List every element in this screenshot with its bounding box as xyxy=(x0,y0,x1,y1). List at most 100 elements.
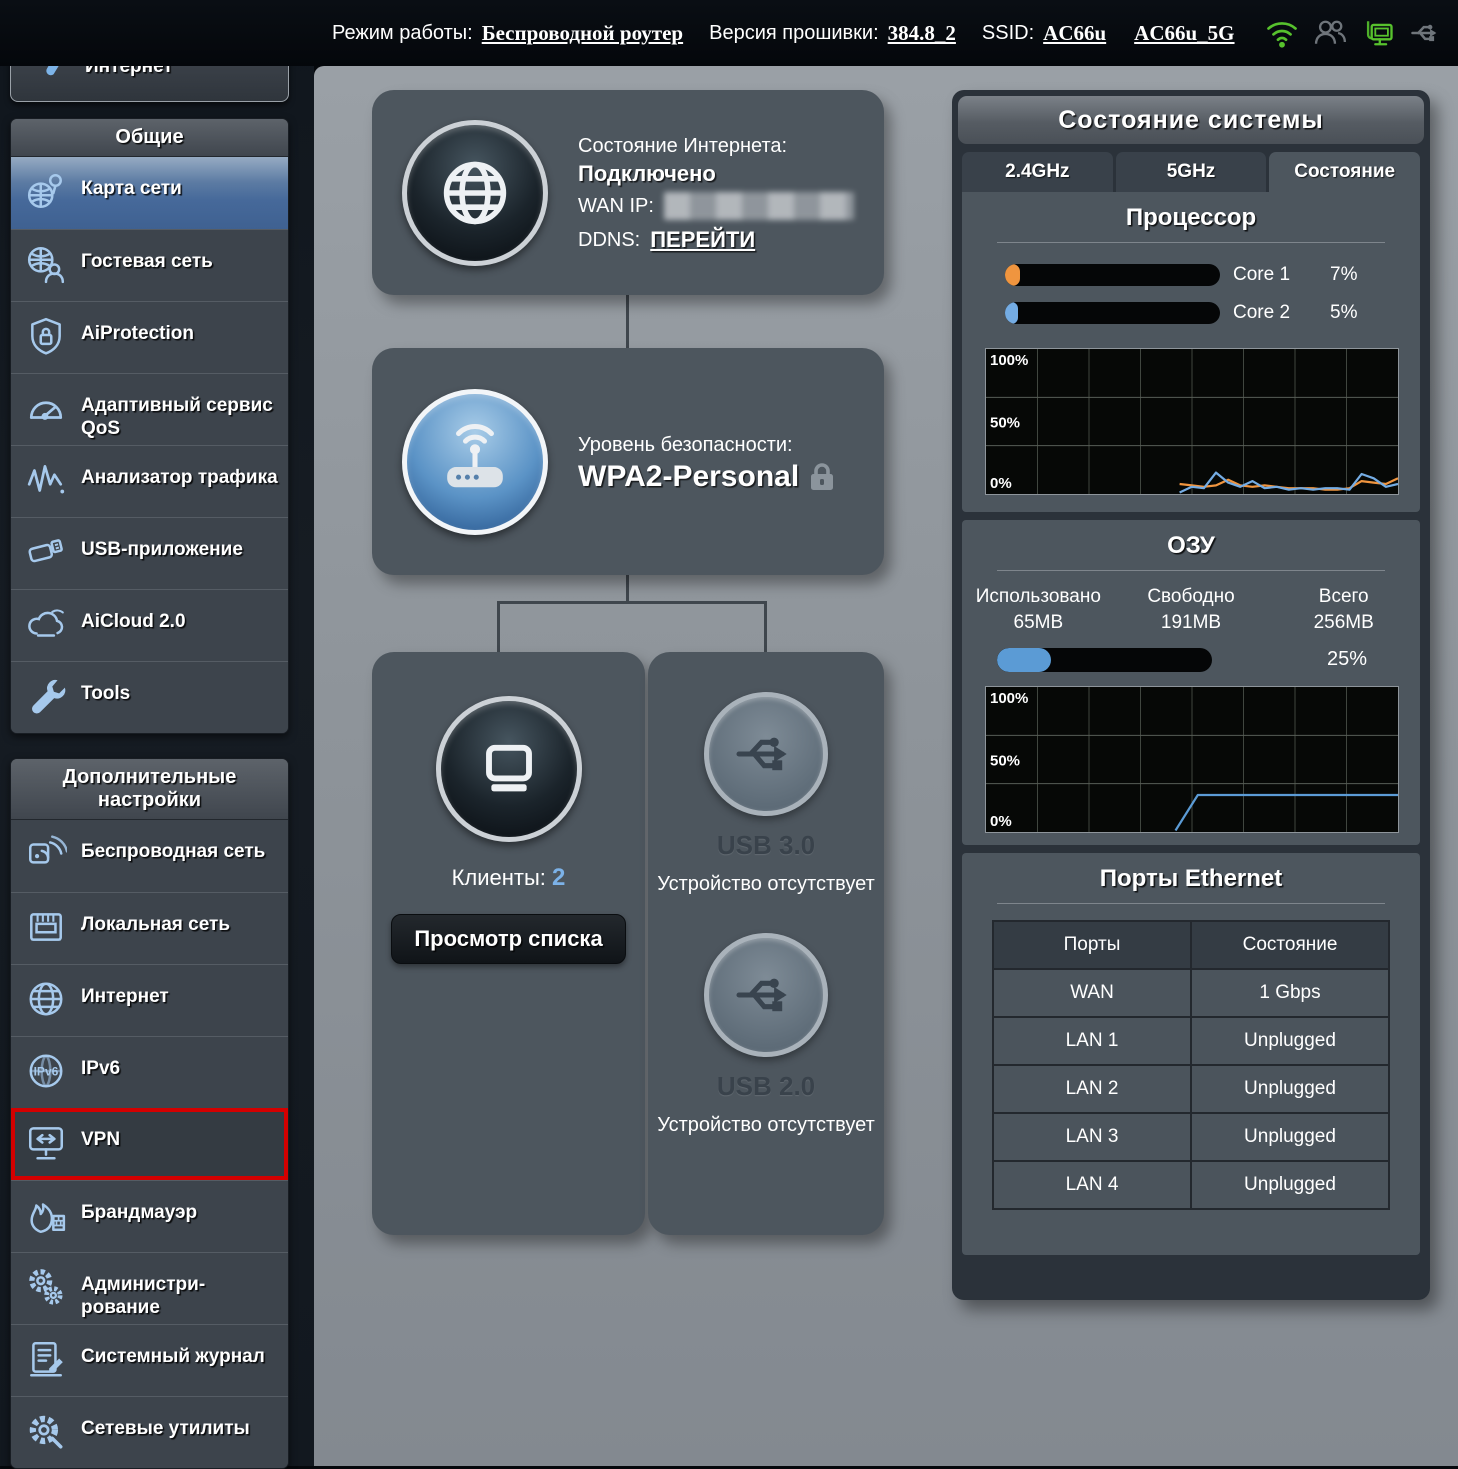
sidebar-item-label: Анализатор трафика xyxy=(81,459,278,490)
devices-status-icon[interactable] xyxy=(1360,15,1396,51)
usb3-icon xyxy=(730,718,802,790)
sidebar-section-title: Дополнительные настройки xyxy=(11,759,288,820)
ssid-label: SSID: xyxy=(982,22,1034,45)
tab-status[interactable]: Состояние xyxy=(1269,152,1420,192)
clients-status-icon[interactable] xyxy=(1312,15,1348,51)
clients-button[interactable] xyxy=(436,696,582,842)
core2-usage-bar xyxy=(1005,302,1220,324)
svg-text:100%: 100% xyxy=(990,352,1028,369)
cpu-usage-chart: 100% 50% 0% xyxy=(985,348,1399,495)
usb2-title: USB 2.0 xyxy=(717,1071,815,1102)
ethernet-row: LAN 3Unplugged xyxy=(993,1113,1389,1161)
svg-text:0%: 0% xyxy=(990,475,1012,492)
clients-card: Клиенты: 2 Просмотр списка xyxy=(372,652,645,1235)
connector-line xyxy=(626,573,629,604)
ipv6-icon xyxy=(25,1050,67,1092)
core2-bar-fill xyxy=(1005,302,1018,324)
ram-free-value: 191MB xyxy=(1115,610,1268,636)
sidebar-item-usb-application[interactable]: USB-приложение xyxy=(11,517,288,589)
sidebar-item-network-tools[interactable]: Сетевые утилиты xyxy=(11,1396,288,1468)
tab-24ghz[interactable]: 2.4GHz xyxy=(962,152,1113,192)
sidebar-section-title: Общие xyxy=(11,119,288,157)
ethernet-row: WAN1 Gbps xyxy=(993,969,1389,1017)
firmware-version-link[interactable]: 384.8_2 xyxy=(888,21,956,46)
security-level-label: Уровень безопасности: xyxy=(578,430,835,460)
sidebar-item-tools[interactable]: Tools xyxy=(11,661,288,733)
sidebar-item-label: Беспроводная сеть xyxy=(81,833,265,864)
ram-usage-chart: 100%50%0% xyxy=(985,686,1399,833)
sidebar-item-label: AiCloud 2.0 xyxy=(81,603,186,634)
svg-text:0%: 0% xyxy=(990,813,1012,830)
wifi-status-icon[interactable] xyxy=(1264,15,1300,51)
ram-used-label: Использовано xyxy=(962,584,1115,610)
usb3-button[interactable] xyxy=(704,692,828,816)
security-card: Уровень безопасности: WPA2-Personal xyxy=(372,348,884,575)
ethernet-row: LAN 2Unplugged xyxy=(993,1065,1389,1113)
ethernet-row: LAN 1Unplugged xyxy=(993,1017,1389,1065)
wan-ip-label: WAN IP: xyxy=(578,191,654,221)
port-name: LAN 4 xyxy=(993,1161,1191,1209)
security-router-button[interactable] xyxy=(402,389,548,535)
connector-line xyxy=(764,601,767,654)
ram-total-label: Всего xyxy=(1267,584,1420,610)
port-name: LAN 1 xyxy=(993,1017,1191,1065)
usb-card: USB 3.0 Устройство отсутствует USB 2.0 У… xyxy=(648,652,884,1235)
topbar: Режим работы: Беспроводной роутер Версия… xyxy=(0,0,1458,66)
ssid-5ghz-link[interactable]: AC66u_5G xyxy=(1134,21,1234,46)
ssid-24ghz-link[interactable]: AC66u xyxy=(1043,21,1106,46)
usb2-status: Устройство отсутствует xyxy=(657,1112,874,1138)
connector-line xyxy=(626,293,629,350)
sidebar-item-firewall[interactable]: Брандмауэр xyxy=(11,1180,288,1252)
cloud-icon xyxy=(25,603,67,645)
sidebar-item-aiprotection[interactable]: AiProtection xyxy=(11,301,288,373)
sidebar-item-vpn[interactable]: VPN xyxy=(11,1108,288,1180)
ethernet-ports-table: Порты Состояние WAN1 GbpsLAN 1UnpluggedL… xyxy=(992,920,1390,1210)
sidebar-item-wan[interactable]: Интернет xyxy=(11,964,288,1036)
usb2-button[interactable] xyxy=(704,933,828,1057)
sidebar-item-network-map[interactable]: Карта сети xyxy=(11,157,288,229)
flame-icon xyxy=(25,1194,67,1236)
operation-mode-link[interactable]: Беспроводной роутер xyxy=(482,21,683,46)
ethernet-section: Порты Ethernet Порты Состояние WAN1 Gbps… xyxy=(962,853,1420,1255)
core2-percent: 5% xyxy=(1330,302,1357,324)
usb-status-icon[interactable] xyxy=(1408,15,1444,51)
sidebar-item-guest-network[interactable]: Гостевая сеть xyxy=(11,229,288,301)
sidebar-item-system-log[interactable]: Системный журнал xyxy=(11,1324,288,1396)
internet-status-card: Состояние Интернета: Подключено WAN IP: … xyxy=(372,90,884,295)
sidebar-item-traffic-analyzer[interactable]: Анализатор трафика xyxy=(11,445,288,517)
ddns-link[interactable]: ПЕРЕЙТИ xyxy=(650,227,755,253)
sidebar-item-label: IPv6 xyxy=(81,1050,120,1081)
sidebar-item-lan[interactable]: Локальная сеть xyxy=(11,892,288,964)
cpu-section-title: Процессор xyxy=(962,192,1420,232)
sidebar: Быстрая настройка Интернет Общие Карта с… xyxy=(0,0,314,1466)
usb3-title: USB 3.0 xyxy=(717,830,815,861)
sidebar-item-aicloud[interactable]: AiCloud 2.0 xyxy=(11,589,288,661)
internet-globe-button[interactable] xyxy=(402,120,548,266)
sidebar-item-administration[interactable]: Администри-рование xyxy=(11,1252,288,1324)
sidebar-item-ipv6[interactable]: IPv6 xyxy=(11,1036,288,1108)
port-name: WAN xyxy=(993,969,1191,1017)
sidebar-item-wireless[interactable]: Беспроводная сеть xyxy=(11,820,288,892)
globe-icon xyxy=(25,978,67,1020)
vpn-icon xyxy=(25,1121,67,1163)
svg-text:100%: 100% xyxy=(990,690,1028,707)
map-icon xyxy=(25,170,67,212)
status-column-header: Состояние xyxy=(1191,921,1389,969)
shield-icon xyxy=(25,315,67,357)
sidebar-item-adaptive-qos[interactable]: Адаптивный сервис QoS xyxy=(11,373,288,445)
ram-usage-bar xyxy=(997,648,1212,672)
lan-icon xyxy=(25,906,67,948)
view-clients-list-button[interactable]: Просмотр списка xyxy=(391,914,625,964)
lock-icon xyxy=(809,462,835,492)
guest-icon xyxy=(25,243,67,285)
ethernet-header-row: Порты Состояние xyxy=(993,921,1389,969)
sidebar-item-label: Карта сети xyxy=(81,170,182,201)
usb-stick-icon xyxy=(25,531,67,573)
sidebar-item-label: Адаптивный сервис QoS xyxy=(81,387,279,441)
gears-icon xyxy=(25,1266,67,1308)
system-status-tabs: 2.4GHz 5GHz Состояние xyxy=(962,152,1420,192)
tab-5ghz[interactable]: 5GHz xyxy=(1116,152,1267,192)
svg-text:50%: 50% xyxy=(990,415,1020,432)
core1-percent: 7% xyxy=(1330,264,1357,286)
core1-usage-bar xyxy=(1005,264,1220,286)
